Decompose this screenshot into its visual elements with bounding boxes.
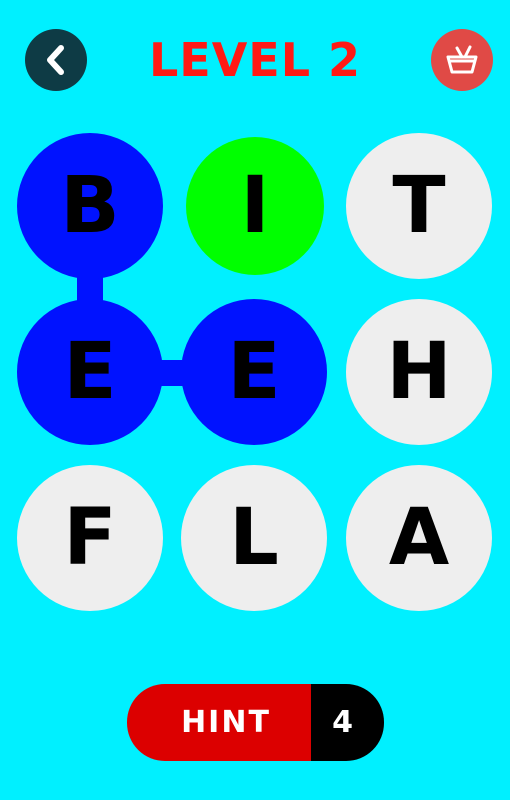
letter-tile[interactable]: H: [346, 299, 492, 445]
hint-label: HINT: [127, 684, 311, 761]
letter-tile[interactable]: I: [186, 137, 324, 275]
hint-button[interactable]: HINT 4: [127, 684, 384, 761]
hint-count: 4: [311, 684, 384, 761]
letter-tile[interactable]: E: [17, 299, 163, 445]
letter-tile[interactable]: E: [181, 299, 327, 445]
letter-tile[interactable]: L: [181, 465, 327, 611]
letter-tile[interactable]: A: [346, 465, 492, 611]
letter-tile[interactable]: F: [17, 465, 163, 611]
letter-tile[interactable]: B: [17, 133, 163, 279]
letter-board: B I T E E H F L A: [0, 0, 510, 800]
letter-tile[interactable]: T: [346, 133, 492, 279]
